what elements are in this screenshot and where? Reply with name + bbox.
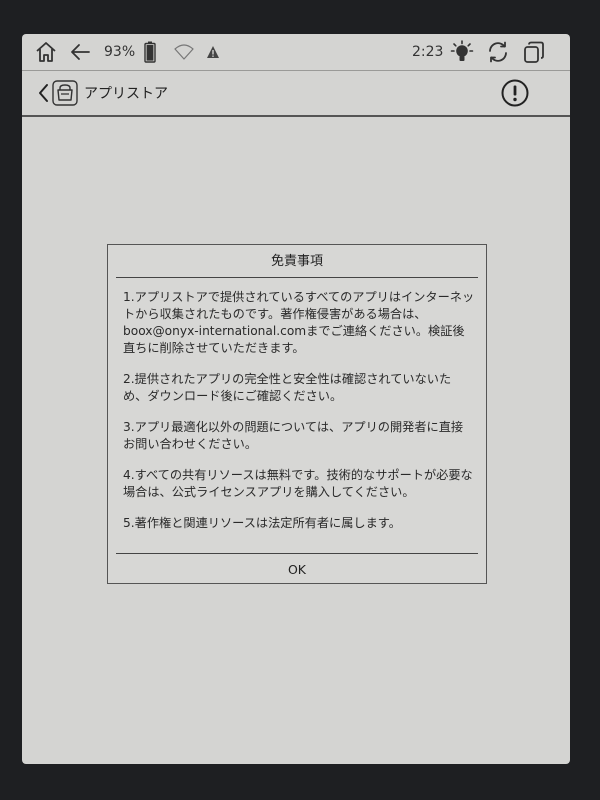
back-arrow-icon[interactable] (68, 40, 92, 64)
status-bar: 93% 2:23 (22, 34, 570, 71)
device-screen: 93% 2:23 アプリストア 免責事項 1.アプリストアで提供されているすべて… (22, 34, 570, 764)
disclaimer-paragraph-4: 4.すべての共有リソースは無料です。技術的なサポートが必要な場合は、公式ライセン… (123, 468, 473, 499)
info-exclamation-icon[interactable] (500, 78, 530, 108)
dialog-title: 免責事項 (116, 245, 478, 278)
refresh-sync-icon[interactable] (486, 40, 510, 64)
disclaimer-paragraph-2: 2.提供されたアプリの完全性と安全性は確認されていないため、ダウンロード後にご確… (123, 372, 452, 403)
disclaimer-paragraph-5: 5.著作権と関連リソースは法定所有者に属します。 (123, 516, 401, 530)
wifi-icon (174, 40, 194, 64)
frontlight-bulb-icon[interactable] (450, 40, 474, 64)
recent-apps-icon[interactable] (522, 40, 546, 64)
title-bar: アプリストア (22, 71, 570, 117)
home-icon[interactable] (34, 40, 58, 64)
clock-time: 2:23 (412, 44, 444, 60)
warning-icon (206, 40, 220, 64)
battery-icon (144, 40, 156, 64)
disclaimer-paragraph-3: 3.アプリ最適化以外の問題については、アプリの開発者に直接お問い合わせください。 (123, 420, 464, 451)
dialog-body: 1.アプリストアで提供されているすべてのアプリはインターネットから収集されたもの… (123, 289, 475, 546)
app-store-bag-icon (52, 80, 78, 106)
disclaimer-dialog: 免責事項 1.アプリストアで提供されているすべてのアプリはインターネットから収集… (107, 244, 487, 584)
back-chevron-icon[interactable] (36, 82, 50, 104)
page-title: アプリストア (84, 86, 168, 102)
ok-button[interactable]: OK (108, 555, 486, 583)
disclaimer-paragraph-1: 1.アプリストアで提供されているすべてのアプリはインターネットから収集されたもの… (123, 290, 475, 355)
dialog-divider (116, 553, 478, 554)
battery-percent: 93% (104, 44, 136, 60)
